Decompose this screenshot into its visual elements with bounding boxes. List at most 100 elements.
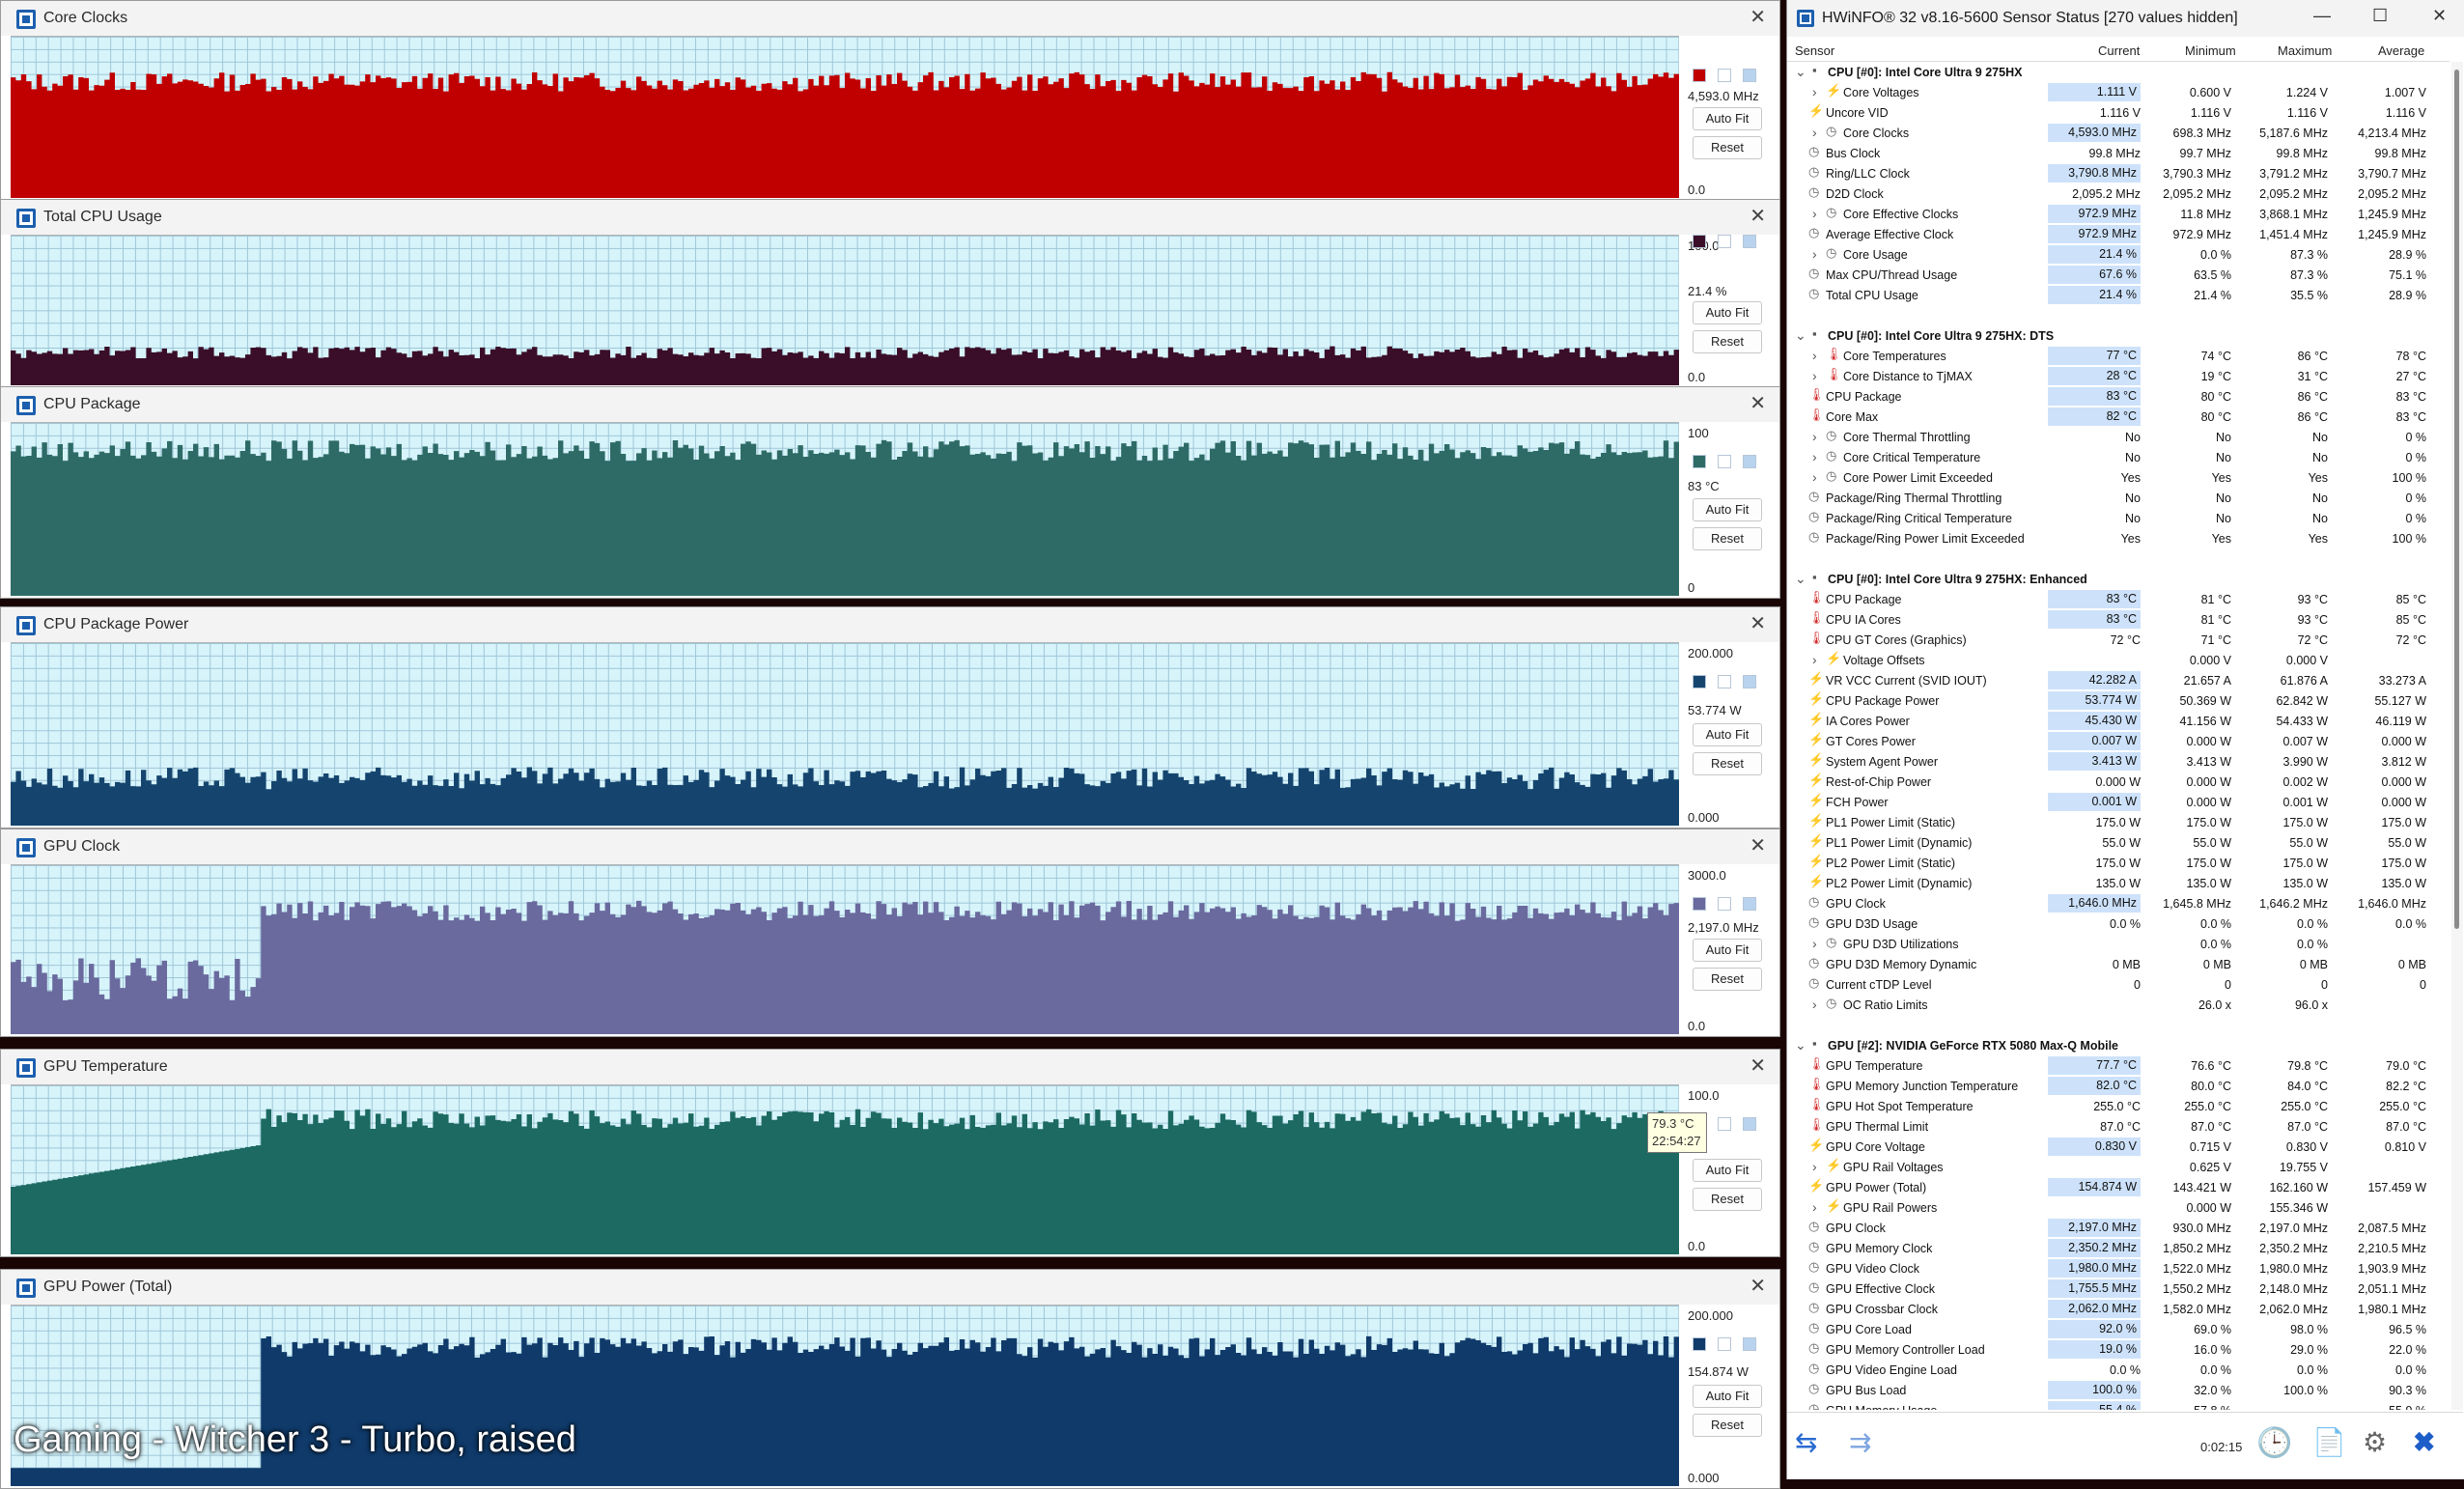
expand-chevron-icon[interactable]: › [1812,429,1817,444]
expand-chevron-icon[interactable]: › [1812,997,1817,1012]
auto-fit-button[interactable]: Auto Fit [1693,498,1762,521]
arrows-left-right-icon[interactable]: ⇆ [1795,1426,1817,1458]
sensor-row[interactable]: ⚡ PL2 Power Limit (Dynamic) 135.0 W 135.… [1787,873,2450,893]
clock-icon[interactable]: 🕒 [2256,1426,2292,1460]
expand-chevron-icon[interactable]: › [1812,84,1817,99]
vertical-scrollbar[interactable] [2451,62,2463,1410]
grid-color-swatch[interactable] [1743,897,1756,911]
sensor-row[interactable]: ⚡ System Agent Power 3.413 W 3.413 W 3.9… [1787,751,2450,772]
reset-button[interactable]: Reset [1693,136,1762,159]
sensor-list[interactable]: ⌄ ▪ CPU [#0]: Intel Core Ultra 9 275HX ›… [1787,62,2450,1410]
grid-color-swatch[interactable] [1743,69,1756,82]
expand-chevron-icon[interactable]: › [1812,1199,1817,1215]
reset-button[interactable]: Reset [1693,1188,1762,1211]
collapse-chevron-icon[interactable]: ⌄ [1795,64,1806,80]
sensor-row[interactable]: › ◷ Core Usage 21.4 % 0.0 % 87.3 % 28.9 … [1787,244,2450,265]
background-color-swatch[interactable] [1718,69,1731,82]
sensor-row[interactable]: ⚡ VR VCC Current (SVID IOUT) 42.282 A 21… [1787,670,2450,690]
expand-chevron-icon[interactable]: › [1812,246,1817,262]
reset-button[interactable]: Reset [1693,968,1762,991]
sensor-row[interactable]: ⚡ CPU Package Power 53.774 W 50.369 W 62… [1787,690,2450,711]
expand-chevron-icon[interactable]: › [1812,449,1817,464]
sensor-row[interactable]: › ⚡ GPU Rail Powers 0.000 W 155.346 W [1787,1197,2450,1218]
close-graph-button[interactable]: ✕ [1750,204,1766,228]
graph-plot[interactable] [11,1084,1679,1254]
sensor-row[interactable]: › ◷ Core Power Limit Exceeded Yes Yes Ye… [1787,467,2450,488]
sensor-group-header[interactable]: ⌄ ▪ CPU [#0]: Intel Core Ultra 9 275HX: … [1787,325,2450,346]
close-graph-button[interactable]: ✕ [1750,611,1766,635]
sensor-row[interactable]: 🌡 CPU IA Cores 83 °C 81 °C 93 °C 85 °C [1787,609,2450,630]
sensor-row[interactable]: ◷ GPU Core Load 92.0 % 69.0 % 98.0 % 96.… [1787,1319,2450,1339]
maximize-button[interactable]: ☐ [2372,6,2388,26]
expand-chevron-icon[interactable]: › [1812,368,1817,383]
sensor-row[interactable]: ◷ GPU Bus Load 100.0 % 32.0 % 100.0 % 90… [1787,1380,2450,1400]
sensor-row[interactable]: ◷ GPU Crossbar Clock 2,062.0 MHz 1,582.0… [1787,1299,2450,1319]
sensor-row[interactable]: 🌡 GPU Memory Junction Temperature 82.0 °… [1787,1076,2450,1096]
column-average[interactable]: Average [2378,43,2424,58]
series-color-swatch[interactable] [1693,455,1706,468]
sensor-row[interactable]: ⚡ PL1 Power Limit (Static) 175.0 W 175.0… [1787,812,2450,832]
graph-plot[interactable] [11,642,1679,826]
graph-plot[interactable] [11,235,1679,385]
sensor-row[interactable]: ◷ GPU Memory Usage 55.4 % 57.8 % 55.9 % [1787,1400,2450,1410]
background-color-swatch[interactable] [1718,1117,1731,1131]
expand-chevron-icon[interactable]: › [1812,936,1817,951]
auto-fit-button[interactable]: Auto Fit [1693,723,1762,746]
reset-button[interactable]: Reset [1693,330,1762,353]
grid-color-swatch[interactable] [1743,675,1756,688]
close-graph-button[interactable]: ✕ [1750,1054,1766,1078]
sensor-row[interactable]: ⚡ GT Cores Power 0.007 W 0.000 W 0.007 W… [1787,731,2450,751]
series-color-swatch[interactable] [1693,675,1706,688]
sensor-row[interactable]: ⚡ FCH Power 0.001 W 0.000 W 0.001 W 0.00… [1787,792,2450,812]
close-graph-button[interactable]: ✕ [1750,391,1766,415]
sensor-row[interactable]: ◷ GPU Effective Clock 1,755.5 MHz 1,550.… [1787,1278,2450,1299]
sensor-row[interactable]: ◷ Current cTDP Level 0 0 0 0 [1787,974,2450,995]
sensor-row[interactable]: 🌡 CPU GT Cores (Graphics) 72 °C 71 °C 72… [1787,630,2450,650]
sensor-row[interactable]: ◷ Average Effective Clock 972.9 MHz 972.… [1787,224,2450,244]
sensor-row[interactable]: ⚡ PL1 Power Limit (Dynamic) 55.0 W 55.0 … [1787,832,2450,853]
sensor-row[interactable]: ⚡ Uncore VID 1.116 V 1.116 V 1.116 V 1.1… [1787,102,2450,123]
sensor-row[interactable]: › ◷ Core Clocks 4,593.0 MHz 698.3 MHz 5,… [1787,123,2450,143]
collapse-chevron-icon[interactable]: ⌄ [1795,1037,1806,1054]
grid-color-swatch[interactable] [1743,235,1756,248]
background-color-swatch[interactable] [1718,235,1731,248]
expand-chevron-icon[interactable]: › [1812,652,1817,667]
auto-fit-button[interactable]: Auto Fit [1693,939,1762,962]
sensor-row[interactable]: › ◷ Core Effective Clocks 972.9 MHz 11.8… [1787,204,2450,224]
sensor-row[interactable]: 🌡 GPU Thermal Limit 87.0 °C 87.0 °C 87.0… [1787,1116,2450,1137]
settings-gear-icon[interactable]: ⚙ [2363,1426,2387,1458]
add-report-icon[interactable]: 📄 [2312,1426,2346,1458]
column-minimum[interactable]: Minimum [2185,43,2236,58]
expand-chevron-icon[interactable]: › [1812,1159,1817,1174]
auto-fit-button[interactable]: Auto Fit [1693,1385,1762,1408]
auto-fit-button[interactable]: Auto Fit [1693,1159,1762,1182]
expand-chevron-icon[interactable]: › [1812,348,1817,363]
column-maximum[interactable]: Maximum [2278,43,2332,58]
sensor-row[interactable]: ⚡ IA Cores Power 45.430 W 41.156 W 54.43… [1787,711,2450,731]
graph-plot[interactable] [11,422,1679,596]
sensor-row[interactable]: ⚡ PL2 Power Limit (Static) 175.0 W 175.0… [1787,853,2450,873]
sensor-row[interactable]: › ◷ Core Critical Temperature No No No 0… [1787,447,2450,467]
sensor-row[interactable]: › ⚡ Core Voltages 1.111 V 0.600 V 1.224 … [1787,82,2450,102]
auto-fit-button[interactable]: Auto Fit [1693,107,1762,130]
sensor-row[interactable]: › ◷ GPU D3D Utilizations 0.0 % 0.0 % [1787,934,2450,954]
grid-color-swatch[interactable] [1743,455,1756,468]
sensor-group-header[interactable]: ⌄ ▪ CPU [#0]: Intel Core Ultra 9 275HX: … [1787,569,2450,589]
collapse-chevron-icon[interactable]: ⌄ [1795,571,1806,587]
sensor-group-header[interactable]: ⌄ ▪ GPU [#2]: NVIDIA GeForce RTX 5080 Ma… [1787,1035,2450,1055]
sensor-row[interactable]: › 🌡 Core Temperatures 77 °C 74 °C 86 °C … [1787,346,2450,366]
scrollbar-thumb[interactable] [2454,70,2459,929]
background-color-swatch[interactable] [1718,675,1731,688]
series-color-swatch[interactable] [1693,897,1706,911]
sensor-row[interactable]: ◷ Package/Ring Power Limit Exceeded Yes … [1787,528,2450,548]
sensor-row[interactable]: ◷ GPU Clock 2,197.0 MHz 930.0 MHz 2,197.… [1787,1218,2450,1238]
graph-plot[interactable] [11,36,1679,198]
column-current[interactable]: Current [2098,43,2140,58]
sensor-row[interactable]: ⚡ GPU Power (Total) 154.874 W 143.421 W … [1787,1177,2450,1197]
reset-button[interactable]: Reset [1693,1414,1762,1437]
sensor-row[interactable]: › ⚡ Voltage Offsets 0.000 V 0.000 V [1787,650,2450,670]
expand-chevron-icon[interactable]: › [1812,469,1817,485]
sensor-row[interactable]: › ⚡ GPU Rail Voltages 0.625 V 19.755 V [1787,1157,2450,1177]
sensor-row[interactable]: ◷ Package/Ring Critical Temperature No N… [1787,508,2450,528]
sensor-row[interactable]: 🌡 GPU Temperature 77.7 °C 76.6 °C 79.8 °… [1787,1055,2450,1076]
